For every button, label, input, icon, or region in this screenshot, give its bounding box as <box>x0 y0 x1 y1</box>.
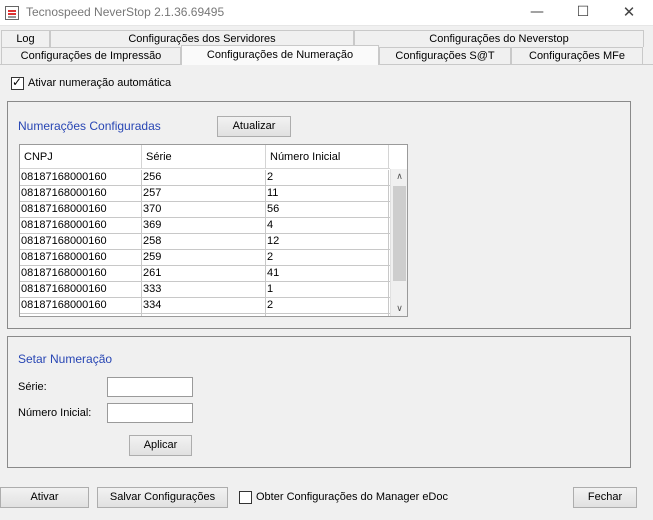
cell-serie: 256 <box>142 170 266 185</box>
column-header-numero-inicial[interactable]: Número Inicial <box>266 145 389 169</box>
set-numbering-title: Setar Numeração <box>18 352 113 366</box>
cell-cnpj: 08187168000160 <box>20 266 142 281</box>
obtain-settings-checkbox[interactable] <box>239 491 252 504</box>
configured-numbering-panel: Numerações Configuradas Atualizar CNPJ S… <box>7 101 631 329</box>
app-icon <box>5 6 19 20</box>
save-settings-button[interactable]: Salvar Configurações <box>97 487 228 508</box>
cell-numero: 1 <box>266 282 389 297</box>
cell-cnpj: 08187168000160 <box>20 282 142 297</box>
obtain-settings-label: Obter Configurações do Manager eDoc <box>256 491 448 503</box>
column-header-cnpj[interactable]: CNPJ <box>20 145 142 169</box>
scroll-thumb[interactable] <box>393 186 406 281</box>
refresh-button[interactable]: Atualizar <box>217 116 291 137</box>
cell-cnpj: 08187168000160 <box>20 234 142 249</box>
cell-serie: 334 <box>142 298 266 313</box>
numero-inicial-label: Número Inicial: <box>18 407 92 419</box>
cell-serie: 369 <box>142 218 266 233</box>
apply-button[interactable]: Aplicar <box>129 435 192 456</box>
serie-input[interactable] <box>107 377 193 397</box>
main-content: Log Configurações dos Servidores Configu… <box>0 26 653 520</box>
numbering-table: CNPJ Série Número Inicial 08187168000160… <box>19 144 408 317</box>
title-bar: Tecnospeed NeverStop 2.1.36.69495 — ☐ ✕ <box>0 0 653 26</box>
cell-cnpj: 08187168000160 <box>20 202 142 217</box>
cell-numero: 4 <box>266 218 389 233</box>
cell-serie: 333 <box>142 282 266 297</box>
cell-cnpj: 08187168000160 <box>20 298 142 313</box>
scroll-up-icon[interactable]: ∧ <box>391 169 407 185</box>
table-row[interactable]: 08187168000160 257 11 <box>20 186 390 202</box>
activate-button[interactable]: Ativar <box>0 487 89 508</box>
cell-serie: 258 <box>142 234 266 249</box>
cell-serie: 77 <box>142 314 266 316</box>
cell-serie: 259 <box>142 250 266 265</box>
cell-numero: 12 <box>266 234 389 249</box>
table-row[interactable]: 08187168000160 261 41 <box>20 266 390 282</box>
cell-numero: 41 <box>266 266 389 281</box>
cell-numero: 2 <box>266 298 389 313</box>
cell-serie: 261 <box>142 266 266 281</box>
cell-cnpj: 08187168000160 <box>20 314 142 316</box>
table-row[interactable]: 08187168000160 77 3 <box>20 314 390 316</box>
table-header: CNPJ Série Número Inicial <box>20 145 390 169</box>
tab-neverstop[interactable]: Configurações do Neverstop <box>354 30 644 47</box>
tab-numeracao[interactable]: Configurações de Numeração <box>181 45 379 65</box>
table-row[interactable]: 08187168000160 369 4 <box>20 218 390 234</box>
scroll-down-icon[interactable]: ∨ <box>391 301 407 316</box>
cell-numero: 11 <box>266 186 389 201</box>
window-title: Tecnospeed NeverStop 2.1.36.69495 <box>26 5 225 19</box>
cell-cnpj: 08187168000160 <box>20 218 142 233</box>
table-row[interactable]: 08187168000160 256 2 <box>20 170 390 186</box>
close-icon[interactable]: ✕ <box>606 0 652 26</box>
auto-numbering-checkbox[interactable] <box>11 75 24 90</box>
cell-serie: 370 <box>142 202 266 217</box>
table-row[interactable]: 08187168000160 333 1 <box>20 282 390 298</box>
cell-cnpj: 08187168000160 <box>20 170 142 185</box>
column-header-serie[interactable]: Série <box>142 145 266 169</box>
table-row[interactable]: 08187168000160 258 12 <box>20 234 390 250</box>
maximize-icon[interactable]: ☐ <box>560 0 606 26</box>
cell-numero: 2 <box>266 170 389 185</box>
cell-numero: 3 <box>266 314 389 316</box>
cell-serie: 257 <box>142 186 266 201</box>
tab-log[interactable]: Log <box>1 30 50 47</box>
close-button[interactable]: Fechar <box>573 487 637 508</box>
cell-cnpj: 08187168000160 <box>20 250 142 265</box>
cell-cnpj: 08187168000160 <box>20 186 142 201</box>
auto-numbering-label: Ativar numeração automática <box>28 77 172 89</box>
table-scrollbar[interactable]: ∧ ∨ <box>390 169 407 316</box>
table-row[interactable]: 08187168000160 259 2 <box>20 250 390 266</box>
table-row[interactable]: 08187168000160 370 56 <box>20 202 390 218</box>
configured-numbering-title: Numerações Configuradas <box>18 119 161 133</box>
tab-mfe[interactable]: Configurações MFe <box>511 47 643 64</box>
minimize-icon[interactable]: — <box>514 0 560 26</box>
table-row[interactable]: 08187168000160 334 2 <box>20 298 390 314</box>
numero-inicial-input[interactable] <box>107 403 193 423</box>
set-numbering-panel: Setar Numeração Série: Número Inicial: A… <box>7 336 631 468</box>
serie-label: Série: <box>18 381 47 393</box>
cell-numero: 2 <box>266 250 389 265</box>
cell-numero: 56 <box>266 202 389 217</box>
tab-sat[interactable]: Configurações S@T <box>379 47 511 64</box>
tab-impressao[interactable]: Configurações de Impressão <box>1 47 181 64</box>
